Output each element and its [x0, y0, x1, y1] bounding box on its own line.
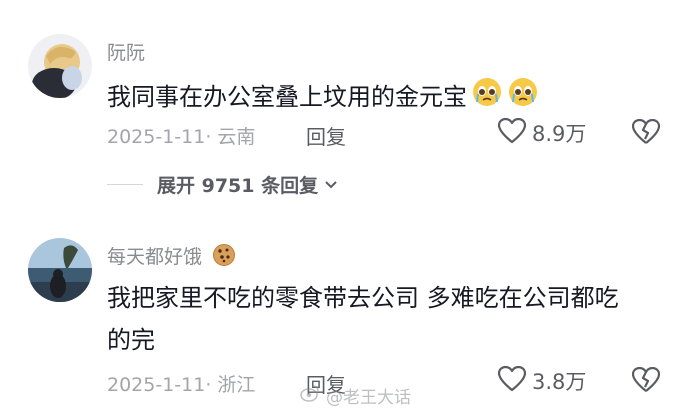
divider [107, 184, 143, 185]
pleading-face-icon [471, 76, 503, 120]
username[interactable]: 阮阮 [107, 38, 145, 65]
comment-text-line2: 的完 [107, 326, 155, 354]
like-count: 3.8万 [532, 370, 587, 394]
dislike-button[interactable] [631, 118, 661, 149]
like-button[interactable]: 8.9万 [497, 117, 587, 148]
expand-replies-button[interactable]: 展开 9751 条回复 [107, 171, 338, 198]
comment-text-content: 我同事在办公室叠上坟用的金元宝 [107, 83, 467, 111]
chevron-down-icon [324, 175, 338, 194]
reply-button[interactable]: 回复 [306, 121, 346, 150]
expand-replies-label: 展开 9751 条回复 [157, 175, 319, 197]
comment-text: 我同事在办公室叠上坟用的金元宝 [107, 76, 539, 120]
heart-icon [497, 117, 527, 148]
comment-item: 阮阮 我同事在办公室叠上坟用的金元宝 2025-1-11· 云南 回复 8.9万… [0, 0, 690, 220]
heart-icon [497, 365, 527, 396]
comment-date-location: 2025-1-11· 云南 [107, 126, 256, 148]
avatar[interactable] [28, 238, 92, 302]
avatar[interactable] [28, 34, 92, 98]
username[interactable]: 每天都好饿 [107, 242, 236, 272]
weibo-logo-icon [300, 384, 320, 407]
username-text: 每天都好饿 [107, 246, 203, 268]
comment-date-location: 2025-1-11· 浙江 [107, 374, 256, 396]
like-button[interactable]: 3.8万 [497, 365, 587, 396]
cookie-icon [212, 243, 236, 272]
comment-text: 我把家里不吃的零食带去公司 多难吃在公司都吃 [107, 284, 619, 312]
dislike-button[interactable] [631, 366, 661, 397]
broken-heart-icon [631, 118, 661, 149]
like-count: 8.9万 [532, 122, 587, 146]
broken-heart-icon [631, 366, 661, 397]
watermark-text: @老王大话 [326, 388, 411, 408]
watermark: @老王大话 [300, 383, 411, 408]
pleading-face-icon [507, 76, 539, 120]
